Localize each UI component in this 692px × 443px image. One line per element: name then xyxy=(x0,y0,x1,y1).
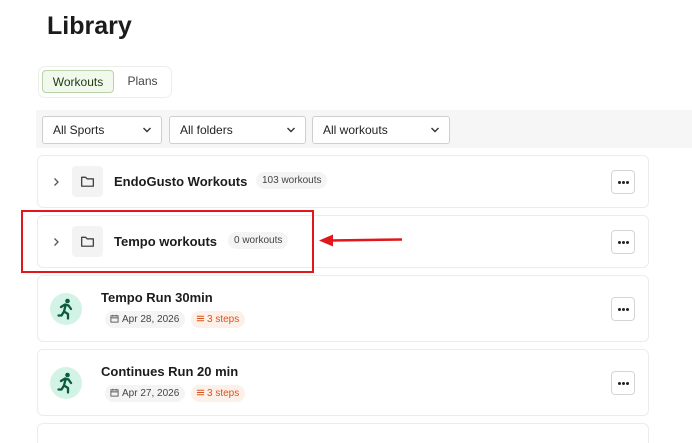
workout-row[interactable]: Tempo Run 30min Apr 28, 2026 3 steps xyxy=(37,275,649,342)
folder-filter-value: All folders xyxy=(180,123,233,137)
workout-name[interactable]: Tempo Run 30min xyxy=(101,290,213,305)
chevron-down-icon xyxy=(287,127,295,133)
steps-text: 3 steps xyxy=(207,314,240,325)
calendar-icon xyxy=(110,314,119,323)
more-options-button[interactable] xyxy=(611,297,635,321)
tab-group: Workouts Plans xyxy=(38,66,172,98)
chevron-down-icon xyxy=(431,127,439,133)
date-badge: Apr 27, 2026 xyxy=(105,385,186,402)
workout-row-partial xyxy=(37,423,649,443)
page-title: Library xyxy=(47,12,132,40)
folder-filter-select[interactable]: All folders xyxy=(169,116,306,144)
workout-row[interactable]: Continues Run 20 min Apr 27, 2026 3 step… xyxy=(37,349,649,416)
workout-icon-container xyxy=(50,293,82,325)
running-person-icon xyxy=(57,372,73,394)
sport-filter-value: All Sports xyxy=(53,123,105,137)
workout-filter-value: All workouts xyxy=(323,123,388,137)
chevron-right-icon[interactable] xyxy=(51,177,61,187)
more-options-button[interactable] xyxy=(611,170,635,194)
date-text: Apr 27, 2026 xyxy=(122,388,180,399)
folder-row[interactable]: EndoGusto Workouts 103 workouts xyxy=(37,155,649,208)
list-icon xyxy=(196,389,205,396)
calendar-icon xyxy=(110,388,119,397)
annotation-highlight-box xyxy=(21,210,314,273)
annotation-arrow xyxy=(319,234,403,247)
tab-workouts[interactable]: Workouts xyxy=(42,70,114,93)
workout-icon-container xyxy=(50,367,82,399)
chevron-down-icon xyxy=(143,127,151,133)
folder-name[interactable]: EndoGusto Workouts xyxy=(114,174,247,189)
date-badge: Apr 28, 2026 xyxy=(105,311,186,328)
more-options-button[interactable] xyxy=(611,230,635,254)
sport-filter-select[interactable]: All Sports xyxy=(42,116,162,144)
running-person-icon xyxy=(57,298,73,320)
steps-badge: 3 steps xyxy=(191,385,246,402)
workout-count-badge: 103 workouts xyxy=(256,172,328,189)
workout-filter-select[interactable]: All workouts xyxy=(312,116,450,144)
steps-badge: 3 steps xyxy=(191,311,246,328)
tab-plans[interactable]: Plans xyxy=(115,70,170,93)
steps-text: 3 steps xyxy=(207,388,240,399)
more-options-button[interactable] xyxy=(611,371,635,395)
workout-name[interactable]: Continues Run 20 min xyxy=(101,364,238,379)
folder-icon-container xyxy=(72,166,103,197)
list-icon xyxy=(196,315,205,322)
date-text: Apr 28, 2026 xyxy=(122,314,180,325)
folder-icon xyxy=(81,176,94,187)
